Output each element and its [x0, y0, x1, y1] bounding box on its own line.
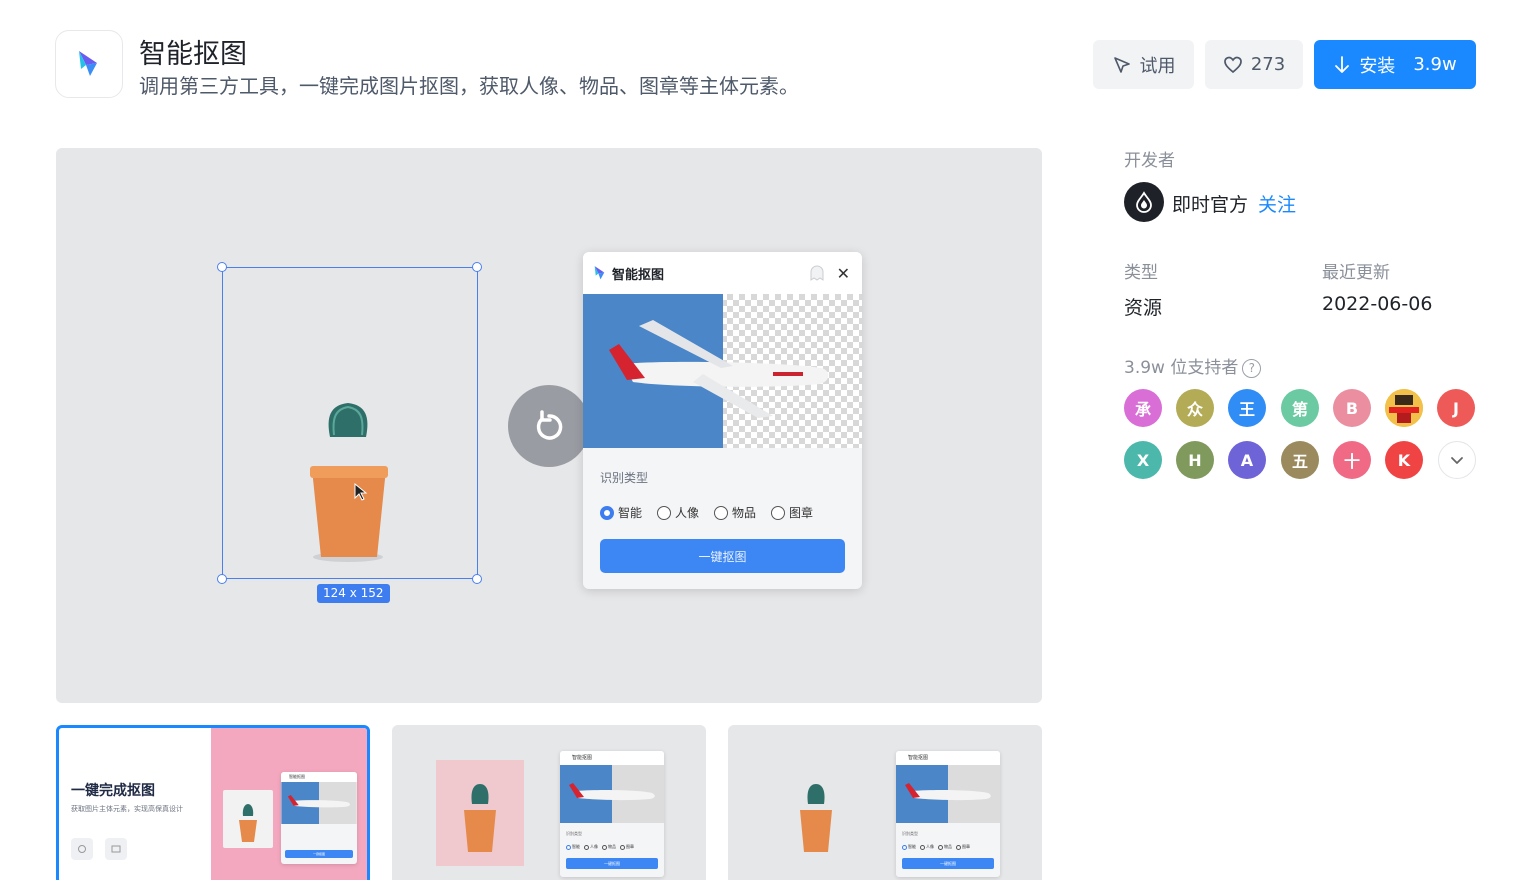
bird-logo-icon: [594, 266, 605, 280]
app-title: 智能抠图: [139, 39, 247, 70]
follow-link[interactable]: 关注: [1258, 190, 1296, 217]
updated-value: 2022-06-06: [1322, 293, 1433, 315]
resize-handle-top-right[interactable]: [472, 262, 482, 272]
supporter-avatar[interactable]: H: [1176, 441, 1214, 479]
selection-box: [222, 267, 478, 579]
airplane-image: [583, 294, 862, 448]
supporter-avatar[interactable]: 众: [1176, 389, 1214, 427]
try-label: 试用: [1139, 55, 1176, 77]
cactus-image: [223, 790, 273, 848]
thumbnail-subtitle: 获取图片主体元素，实现高保真设计: [71, 805, 183, 813]
mouse-pointer-icon: [354, 483, 368, 501]
app-logo: [55, 30, 123, 98]
cursor-icon: [1113, 56, 1130, 73]
install-label: 安装: [1359, 55, 1396, 77]
mini-dialog: 智能抠图 识别类型 智能 人像 物品 图章 一键抠图: [560, 751, 664, 877]
supporter-avatar[interactable]: B: [1333, 389, 1371, 427]
bird-logo-icon: [79, 51, 97, 76]
radio-selected-icon: [600, 505, 614, 520]
resize-handle-top-left[interactable]: [217, 262, 227, 272]
thumbnail-3[interactable]: 智能抠图 识别类型 智能 人像 物品 图章 一键抠图: [728, 725, 1042, 880]
airplane-image: [896, 765, 1000, 823]
flame-logo-icon: [1136, 191, 1152, 213]
radio-icon: [714, 505, 729, 520]
cactus-image: [800, 784, 832, 852]
cactus-image: [436, 760, 524, 866]
supporter-avatar[interactable]: 十: [1333, 441, 1371, 479]
ghost-icon: [810, 265, 824, 281]
thumbnail-1[interactable]: 一键完成抠图 获取图片主体元素，实现高保真设计 智能抠图 一键抠图: [56, 725, 370, 880]
supporter-avatar[interactable]: 王: [1228, 389, 1266, 427]
replay-icon: [536, 410, 563, 440]
install-count: 3.9w: [1413, 54, 1457, 75]
help-icon[interactable]: ?: [1242, 358, 1262, 378]
option-object[interactable]: 物品: [714, 504, 756, 521]
close-icon[interactable]: ✕: [837, 264, 850, 283]
image-icon: [105, 838, 127, 860]
type-value: 资源: [1124, 297, 1163, 319]
supporter-avatar[interactable]: J: [1437, 389, 1475, 427]
cutout-dialog: 智能抠图 ✕ 识别类型 智能 人像 物品 图章 一键抠图: [583, 252, 862, 589]
option-portrait[interactable]: 人像: [657, 504, 699, 521]
supporters-count: 3.9w 位支持者?: [1124, 353, 1262, 378]
dialog-title: 智能抠图: [612, 267, 665, 283]
radio-icon: [657, 505, 672, 520]
resize-handle-bottom-left[interactable]: [217, 574, 227, 584]
like-button[interactable]: 273: [1205, 40, 1303, 89]
thumbnail-2[interactable]: 智能抠图 识别类型 智能 人像 物品 图章 一键抠图: [392, 725, 706, 880]
sticker-icon: [71, 838, 93, 860]
thumbnail-title: 一键完成抠图: [71, 783, 155, 799]
chevron-down-icon: [1451, 457, 1463, 464]
supporter-avatar[interactable]: 承: [1124, 389, 1162, 427]
download-arrow-icon: [1335, 55, 1350, 73]
supporter-avatar[interactable]: X: [1124, 441, 1162, 479]
preview-image: 124 x 152 智能抠图 ✕ 识别类型 智能 人像 物品 图章 一键抠图: [56, 148, 1042, 703]
option-stamp[interactable]: 图章: [771, 504, 813, 521]
thumbnail-pink-panel: 智能抠图 一键抠图: [211, 728, 367, 880]
supporter-avatar[interactable]: 五: [1281, 441, 1319, 479]
radio-icon: [771, 505, 786, 520]
airplane-image: [281, 782, 357, 824]
supporter-avatar[interactable]: K: [1385, 441, 1423, 479]
size-tag: 124 x 152: [317, 584, 390, 603]
app-description: 调用第三方工具，一键完成图片抠图，获取人像、物品、图章等主体元素。: [139, 74, 799, 98]
replay-button[interactable]: [508, 385, 590, 467]
recognition-type-label: 识别类型: [600, 471, 649, 485]
supporter-avatar[interactable]: 第: [1281, 389, 1319, 427]
mini-dialog: 智能抠图 识别类型 智能 人像 物品 图章 一键抠图: [896, 751, 1000, 877]
supporter-avatar[interactable]: A: [1228, 441, 1266, 479]
developer-name[interactable]: 即时官方: [1172, 190, 1248, 217]
cutout-submit-button[interactable]: 一键抠图: [600, 539, 845, 573]
install-button[interactable]: 安装 3.9w: [1314, 40, 1476, 89]
pixel-avatar-icon: [1385, 389, 1423, 427]
heart-icon: [1223, 56, 1242, 73]
developer-label: 开发者: [1124, 151, 1175, 171]
expand-supporters-button[interactable]: [1438, 441, 1476, 479]
like-count: 273: [1250, 54, 1286, 75]
recognition-type-options: 智能 人像 物品 图章: [600, 504, 828, 521]
updated-label: 最近更新: [1322, 263, 1390, 283]
airplane-image: [560, 765, 664, 823]
mini-dialog: 智能抠图 一键抠图: [281, 772, 357, 864]
developer-avatar[interactable]: [1124, 182, 1164, 222]
type-label: 类型: [1124, 263, 1158, 283]
option-smart[interactable]: 智能: [600, 504, 642, 521]
supporter-avatar[interactable]: [1385, 389, 1423, 427]
resize-handle-bottom-right[interactable]: [472, 574, 482, 584]
cactus-image: [310, 403, 388, 562]
try-button[interactable]: 试用: [1093, 40, 1194, 89]
